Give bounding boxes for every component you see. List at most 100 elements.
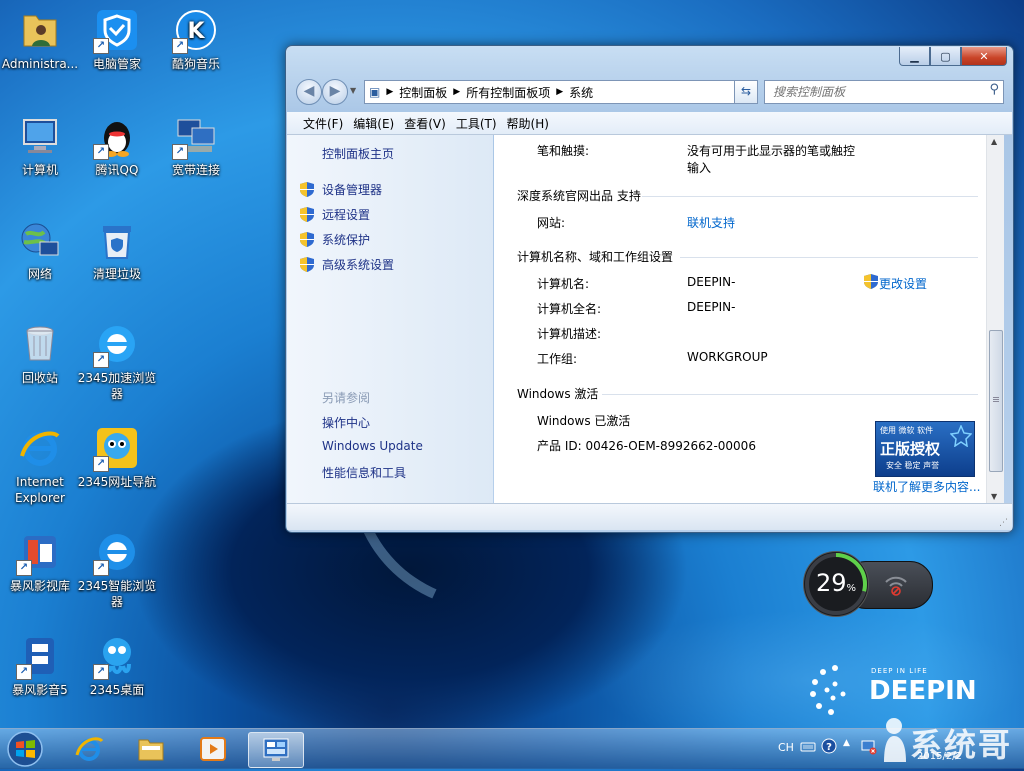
- genuine-sub-text: 安全 稳定 声誉: [886, 461, 940, 470]
- search-icon[interactable]: ⚲: [989, 82, 999, 97]
- change-settings-link[interactable]: 更改设置: [879, 275, 927, 292]
- media-player-icon: [200, 737, 226, 761]
- shortcut-arrow-icon: ↗: [16, 664, 32, 680]
- uac-shield-icon: [300, 182, 314, 197]
- octopus-mascot-icon: ↗: [93, 632, 141, 680]
- desktop-icon-baofeng-library[interactable]: ↗ 暴风影视库: [0, 528, 80, 594]
- desktop-icon-2345-navigation[interactable]: ↗ 2345网址导航: [77, 424, 157, 490]
- shortcut-arrow-icon: ↗: [93, 352, 109, 368]
- performance-info-link[interactable]: 性能信息和工具: [322, 464, 406, 481]
- deepin-wordmark: DEEPIN: [869, 676, 977, 706]
- shortcut-arrow-icon: ↗: [93, 38, 109, 54]
- forward-button[interactable]: ▶: [322, 79, 348, 105]
- scroll-down-icon[interactable]: ▼: [991, 492, 997, 501]
- desktop-icon-2345-smart-browser[interactable]: ↗ 2345智能浏览器: [77, 528, 157, 610]
- desktop-icon-baofeng-player[interactable]: ↗ 暴风影音5: [0, 632, 80, 698]
- refresh-button[interactable]: ⇆: [734, 80, 758, 104]
- tray-expand-icon[interactable]: ▲: [843, 738, 850, 748]
- search-input[interactable]: [771, 81, 975, 103]
- back-button[interactable]: ◀: [296, 79, 322, 105]
- desktop-icon-2345-desktop[interactable]: ↗ 2345桌面: [77, 632, 157, 698]
- task-pane: 控制面板主页 设备管理器 远程设置 系统保护 高级系统设置 另请参阅 操作中心 …: [287, 135, 493, 503]
- genuine-software-badge[interactable]: 使用 微软 软件 正版授权 安全 稳定 声誉: [875, 421, 975, 477]
- desktop-icon-kugou[interactable]: K ↗ 酷狗音乐: [156, 6, 236, 72]
- device-manager-link[interactable]: 设备管理器: [322, 181, 382, 198]
- pen-touch-value-line1: 没有可用于此显示器的笔或触控: [687, 144, 856, 158]
- activation-status: Windows 已激活: [537, 414, 631, 428]
- desktop-icon-computer[interactable]: 计算机: [0, 112, 80, 178]
- desktop-icon-administrator[interactable]: Administra...: [0, 6, 80, 72]
- taskbar-ie[interactable]: [62, 732, 116, 766]
- workgroup-value: WORKGROUP: [687, 350, 768, 364]
- start-button[interactable]: [3, 730, 47, 768]
- icon-label: 2345桌面: [89, 683, 145, 697]
- icon-label: 回收站: [21, 371, 58, 385]
- deepin-tagline: DEEP IN LIFE: [871, 667, 928, 675]
- vertical-scrollbar[interactable]: ▲ ▼: [986, 135, 1004, 503]
- octopus-mascot-icon: ↗: [93, 424, 141, 472]
- taskbar-media-player[interactable]: [186, 732, 240, 766]
- recent-pages-dropdown[interactable]: ▼: [350, 86, 356, 95]
- desktop-icon-network[interactable]: 网络: [0, 216, 80, 282]
- shortcut-arrow-icon: ↗: [93, 560, 109, 576]
- breadcrumb-item[interactable]: 系统: [569, 84, 593, 101]
- desktop-icon-2345-fast-browser[interactable]: ↗ 2345加速浏览器: [77, 320, 157, 402]
- learn-more-online-link[interactable]: 联机了解更多内容...: [873, 478, 980, 495]
- advanced-settings-link[interactable]: 高级系统设置: [322, 256, 394, 273]
- qq-penguin-icon: ↗: [93, 112, 141, 160]
- desktop-icon-pc-manager[interactable]: ↗ 电脑管家: [77, 6, 157, 72]
- close-button[interactable]: ✕: [961, 47, 1007, 66]
- menu-edit[interactable]: 编辑(E): [353, 115, 404, 132]
- windows-update-link[interactable]: Windows Update: [322, 439, 423, 453]
- menu-help[interactable]: 帮助(H): [507, 115, 559, 132]
- trash-shield-icon: [93, 216, 141, 264]
- desktop-icon-recycle-bin[interactable]: 回收站: [0, 320, 80, 386]
- desktop-icon-qq[interactable]: ↗ 腾讯QQ: [77, 112, 157, 178]
- support-section-title: 深度系统官网出品 支持: [517, 189, 641, 203]
- online-support-link[interactable]: 联机支持: [687, 214, 735, 231]
- shortcut-arrow-icon: ↗: [172, 38, 188, 54]
- maximize-button[interactable]: ▢: [930, 47, 961, 66]
- input-language-indicator[interactable]: CH: [778, 741, 794, 754]
- scrollbar-thumb[interactable]: [989, 330, 1003, 472]
- address-bar[interactable]: ▣ ▶ 控制面板 ▶ 所有控制面板项 ▶ 系统 ▼: [364, 80, 756, 104]
- control-panel-home-link[interactable]: 控制面板主页: [322, 145, 394, 162]
- system-protection-link[interactable]: 系统保护: [322, 231, 370, 248]
- icon-label: 计算机: [21, 163, 58, 177]
- menu-tools[interactable]: 工具(T): [456, 115, 507, 132]
- minimize-button[interactable]: ▁: [899, 47, 930, 66]
- desktop-icon-cleanup[interactable]: 清理垃圾: [77, 216, 157, 282]
- menu-file[interactable]: 文件(F): [287, 115, 353, 132]
- system-monitor-widget[interactable]: 29%: [803, 551, 933, 617]
- section-divider: [602, 394, 978, 395]
- search-box[interactable]: ⚲: [764, 80, 1004, 104]
- star-logo-icon: [950, 425, 972, 447]
- genuine-top-text: 使用 微软 软件: [880, 426, 934, 435]
- keyboard-icon[interactable]: [800, 740, 816, 754]
- breadcrumb-item[interactable]: 控制面板: [399, 84, 447, 101]
- resize-grip-icon[interactable]: ⋰: [999, 518, 1008, 528]
- network-tray-icon[interactable]: [860, 739, 878, 755]
- taskbar-control-panel-system[interactable]: [248, 732, 304, 768]
- breadcrumb-item[interactable]: 所有控制面板项: [466, 84, 550, 101]
- baofeng-library-icon: ↗: [16, 528, 64, 576]
- desktop-icon-internet-explorer[interactable]: Internet Explorer: [0, 424, 80, 506]
- scroll-up-icon[interactable]: ▲: [991, 137, 997, 146]
- icon-label: 2345智能浏览器: [77, 579, 157, 609]
- action-center-link[interactable]: 操作中心: [322, 414, 370, 431]
- desktop-icon-broadband[interactable]: ↗ 宽带连接: [156, 112, 236, 178]
- uac-shield-icon: [864, 274, 878, 289]
- system-window: ▁ ▢ ✕ ◀ ▶ ▼ ▣ ▶ 控制面板 ▶ 所有控制面板项 ▶ 系统 ▼ ⇆ …: [285, 45, 1014, 533]
- taskbar-explorer[interactable]: [124, 732, 178, 766]
- remote-settings-link[interactable]: 远程设置: [322, 206, 370, 223]
- shortcut-arrow-icon: ↗: [93, 144, 109, 160]
- shortcut-arrow-icon: ↗: [93, 664, 109, 680]
- user-folder-icon: [16, 6, 64, 54]
- icon-label: 2345网址导航: [77, 475, 157, 489]
- shortcut-arrow-icon: ↗: [93, 456, 109, 472]
- uac-shield-icon: [300, 207, 314, 222]
- help-icon[interactable]: ?: [821, 738, 837, 754]
- icon-label: 2345加速浏览器: [77, 371, 157, 401]
- menu-view[interactable]: 查看(V): [404, 115, 456, 132]
- menu-bar: 文件(F) 编辑(E) 查看(V) 工具(T) 帮助(H): [287, 112, 1012, 135]
